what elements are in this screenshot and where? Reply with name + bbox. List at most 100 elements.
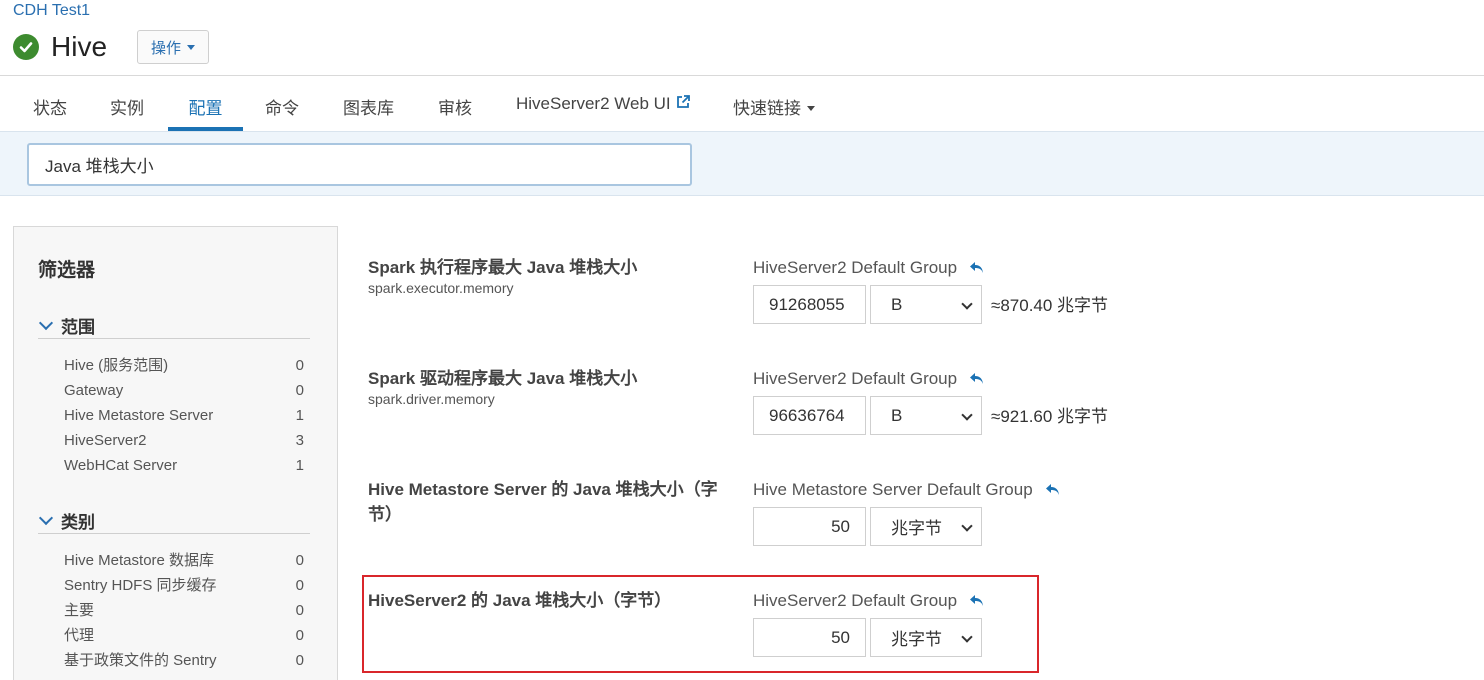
service-title-row: Hive 操作 xyxy=(13,30,210,64)
tab-commands[interactable]: 命令 xyxy=(265,76,299,131)
tab-charts-library[interactable]: 图表库 xyxy=(343,76,394,131)
tab-label: 实例 xyxy=(110,99,144,118)
unit-select-value: B xyxy=(891,294,903,314)
tab-audits[interactable]: 审核 xyxy=(438,76,472,131)
filter-item[interactable]: WebHCat Server 1 xyxy=(38,453,310,478)
property-name: Hive Metastore Server 的 Java 堆栈大小（字节） xyxy=(368,480,718,524)
filter-item[interactable]: 主要 0 xyxy=(38,598,310,623)
actions-label: 操作 xyxy=(151,39,182,57)
filter-item-label: 主要 xyxy=(64,602,95,619)
unit-select[interactable]: B xyxy=(870,285,982,324)
filter-item[interactable]: Hive Metastore Server 1 xyxy=(38,403,310,428)
property-name: Spark 执行程序最大 Java 堆栈大小 xyxy=(368,258,638,277)
property-key: spark.driver.memory xyxy=(368,391,495,407)
caret-down-icon xyxy=(807,106,815,111)
page-title: Hive xyxy=(51,31,108,62)
filter-item-label: WebHCat Server xyxy=(64,457,178,474)
filter-item-label: 基于政策文件的 Sentry xyxy=(64,652,217,669)
unit-select-value: B xyxy=(891,405,903,425)
filter-panel-title: 筛选器 xyxy=(38,260,96,281)
filter-item-count: 0 xyxy=(295,577,304,594)
undo-icon[interactable] xyxy=(969,590,985,615)
tab-quick-links[interactable]: 快速链接 xyxy=(733,76,815,131)
filter-item-count: 0 xyxy=(295,627,304,644)
filter-item[interactable]: Hive (服务范围) 0 xyxy=(38,353,310,378)
status-good-icon xyxy=(13,34,39,60)
filter-item[interactable]: Sentry HDFS 同步缓存 0 xyxy=(38,573,310,598)
external-link-icon xyxy=(675,94,691,115)
filter-item-label: Gateway xyxy=(64,382,124,399)
property-name: HiveServer2 的 Java 堆栈大小（字节） xyxy=(368,591,672,610)
chevron-down-icon xyxy=(961,298,973,310)
property-group: HiveServer2 Default Group xyxy=(753,255,985,282)
property-value-input[interactable] xyxy=(753,396,866,435)
chevron-down-icon xyxy=(38,315,54,331)
tab-hiveserver2-web-ui[interactable]: HiveServer2 Web UI xyxy=(516,76,691,131)
filter-item-count: 0 xyxy=(295,552,304,569)
undo-icon[interactable] xyxy=(969,257,985,282)
actions-dropdown-button[interactable]: 操作 xyxy=(137,30,210,64)
tab-label: 图表库 xyxy=(343,99,394,118)
undo-icon[interactable] xyxy=(969,368,985,393)
tab-label: 审核 xyxy=(438,99,472,118)
tab-label: 快速链接 xyxy=(733,99,801,118)
property-group-label: HiveServer2 Default Group xyxy=(753,258,958,277)
approx-value: ≈921.60 兆字节 xyxy=(991,407,1109,426)
filter-item-label: 代理 xyxy=(64,627,95,644)
property-group-label: HiveServer2 Default Group xyxy=(753,369,958,388)
filter-item-label: HiveServer2 xyxy=(64,432,147,449)
property-group-label: Hive Metastore Server Default Group xyxy=(753,480,1033,499)
filter-item[interactable]: 基于政策文件的 Sentry 0 xyxy=(38,648,310,673)
filter-item-count: 0 xyxy=(295,357,304,374)
filter-item-count: 0 xyxy=(295,652,304,669)
tab-label: 状态 xyxy=(33,99,67,118)
filter-section-header[interactable]: 范围 xyxy=(38,313,310,339)
filter-item-count: 1 xyxy=(295,457,304,474)
property-value-input[interactable] xyxy=(753,618,866,657)
unit-select[interactable]: 兆字节 xyxy=(870,507,982,546)
property-value-input[interactable] xyxy=(753,507,866,546)
filter-item-label: Hive (服务范围) xyxy=(64,357,169,374)
filter-section-scope: 范围 Hive (服务范围) 0 Gateway 0 Hive Metastore … xyxy=(38,313,310,478)
filter-item[interactable]: Gateway 0 xyxy=(38,378,310,403)
property-group-label: HiveServer2 Default Group xyxy=(753,591,958,610)
filter-section-title: 类别 xyxy=(61,513,95,532)
filter-section-title: 范围 xyxy=(61,318,95,337)
tab-label: 命令 xyxy=(265,99,299,118)
caret-down-icon xyxy=(187,44,196,50)
property-group: Hive Metastore Server Default Group xyxy=(753,477,1061,504)
filter-item[interactable]: HiveServer2 3 xyxy=(38,428,310,453)
property-key: spark.executor.memory xyxy=(368,280,514,296)
filter-item[interactable]: Hive Metastore 数据库 0 xyxy=(38,548,310,573)
tab-configuration[interactable]: 配置 xyxy=(168,76,243,131)
filter-section-header[interactable]: 类别 xyxy=(38,508,310,534)
property-group: HiveServer2 Default Group xyxy=(753,366,985,393)
search-band xyxy=(0,131,1484,196)
filter-section-category: 类别 Hive Metastore 数据库 0 Sentry HDFS 同步缓存 0… xyxy=(38,508,310,673)
cluster-breadcrumb-link[interactable]: CDH Test1 xyxy=(13,2,90,20)
tab-instances[interactable]: 实例 xyxy=(110,76,144,131)
tab-label: 配置 xyxy=(188,99,223,118)
chevron-down-icon xyxy=(961,409,973,421)
filter-item-label: Hive Metastore 数据库 xyxy=(64,552,215,569)
property-value-input[interactable] xyxy=(753,285,866,324)
unit-select[interactable]: B xyxy=(870,396,982,435)
filter-item-count: 0 xyxy=(295,382,304,399)
filter-item[interactable]: 代理 0 xyxy=(38,623,310,648)
filter-item-count: 0 xyxy=(295,602,304,619)
chevron-down-icon xyxy=(961,631,973,643)
unit-select-value: 兆字节 xyxy=(891,630,942,649)
tab-label: HiveServer2 Web UI xyxy=(516,94,671,113)
unit-select[interactable]: 兆字节 xyxy=(870,618,982,657)
tab-status[interactable]: 状态 xyxy=(33,76,67,131)
approx-value: ≈870.40 兆字节 xyxy=(991,296,1109,315)
filter-item-label: Hive Metastore Server xyxy=(64,407,214,424)
unit-select-value: 兆字节 xyxy=(891,519,942,538)
chevron-down-icon xyxy=(961,520,973,532)
undo-icon[interactable] xyxy=(1045,479,1061,504)
property-group: HiveServer2 Default Group xyxy=(753,588,985,615)
filter-panel: 筛选器 范围 Hive (服务范围) 0 Gateway 0 Hive Metast… xyxy=(13,226,338,680)
chevron-down-icon xyxy=(38,510,54,526)
config-search-input[interactable] xyxy=(27,143,692,186)
filter-item-count: 1 xyxy=(295,407,304,424)
